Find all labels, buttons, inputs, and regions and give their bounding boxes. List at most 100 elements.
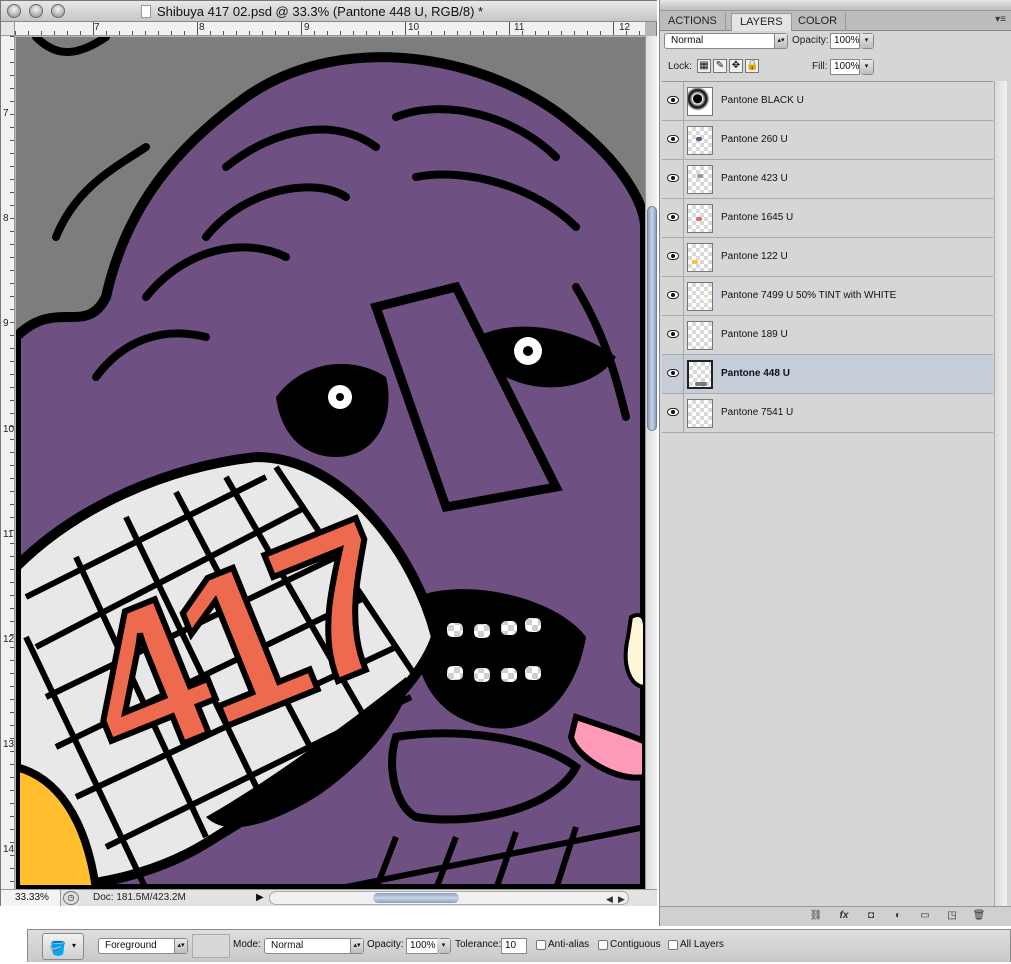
visibility-toggle[interactable]: [662, 199, 684, 237]
layer-list: Pantone BLACK U Pantone 260 U Pantone 42…: [662, 81, 993, 908]
ruler-label: 10: [3, 424, 15, 435]
eye-icon: [667, 213, 679, 221]
ruler-label: 7: [94, 22, 100, 33]
tool-opacity-input[interactable]: 100%: [406, 938, 438, 954]
layer-row[interactable]: Pantone 423 U: [662, 160, 993, 199]
visibility-toggle[interactable]: [662, 316, 684, 354]
trash-icon[interactable]: 🗑: [971, 910, 987, 923]
layer-row[interactable]: Pantone 1645 U: [662, 199, 993, 238]
eye-icon: [667, 252, 679, 260]
visibility-toggle[interactable]: [662, 238, 684, 276]
ruler-label: 12: [619, 22, 631, 33]
visibility-toggle[interactable]: [662, 121, 684, 159]
lock-position-icon[interactable]: ✥: [729, 59, 743, 73]
layer-thumbnail: [687, 204, 713, 233]
mask-icon[interactable]: ◘: [863, 910, 879, 923]
thumbnail-swatch: [696, 217, 702, 221]
blend-mode-select[interactable]: Normal ▴▾: [264, 938, 364, 954]
anti-alias-checkbox[interactable]: [536, 940, 546, 950]
contiguous-label: Contiguous: [610, 939, 661, 950]
layer-row-selected[interactable]: Pantone 448 U: [662, 355, 993, 394]
panel-menu-icon[interactable]: ▾≡: [995, 14, 1006, 25]
visibility-toggle[interactable]: [662, 277, 684, 315]
zoom-level-field[interactable]: 33.33%: [1, 890, 61, 906]
tolerance-input[interactable]: 10: [501, 938, 527, 954]
anti-alias-label: Anti-alias: [548, 939, 590, 950]
layer-opacity-input[interactable]: 100%: [830, 33, 860, 49]
panel-footer: ⛓ fx ◘ ◐ ▭ ◳ 🗑: [660, 906, 1011, 926]
tab-color[interactable]: COLOR: [790, 13, 847, 31]
opacity-slider-toggle[interactable]: ▾: [437, 938, 451, 954]
layer-row[interactable]: Pantone BLACK U: [662, 82, 993, 121]
status-popup-arrow-icon[interactable]: ▶: [256, 892, 264, 903]
ruler-label: 12: [3, 634, 15, 645]
visibility-toggle[interactable]: [662, 394, 684, 432]
blend-mode-select[interactable]: Normal ▴▾: [664, 33, 788, 49]
ruler-label: 8: [3, 213, 9, 224]
eye-icon: [667, 408, 679, 416]
pattern-picker[interactable]: [192, 934, 230, 958]
chevron-down-icon: ▾: [437, 939, 450, 953]
fill-source-select[interactable]: Foreground ▴▾: [98, 938, 188, 954]
document-size-info: Doc: 181.5M/423.2M: [93, 892, 186, 903]
scroll-left-arrow-icon[interactable]: ◀: [606, 894, 613, 905]
visibility-toggle[interactable]: [662, 160, 684, 198]
layer-row[interactable]: Pantone 260 U: [662, 121, 993, 160]
new-layer-icon[interactable]: ◳: [944, 910, 960, 923]
close-button[interactable]: [7, 4, 21, 18]
horizontal-ruler[interactable]: 7 8 9 10 11 12: [15, 22, 645, 36]
layer-name: Pantone 1645 U: [721, 212, 794, 223]
tolerance-label: Tolerance:: [455, 939, 502, 950]
thumbnail-swatch: [695, 382, 707, 386]
layer-row[interactable]: Pantone 189 U: [662, 316, 993, 355]
visibility-toggle[interactable]: [662, 355, 684, 393]
layer-name: Pantone 7499 U 50% TINT with WHITE: [721, 290, 897, 301]
eye-icon: [667, 174, 679, 182]
document-vertical-scrollbar[interactable]: [645, 36, 657, 889]
chevron-down-icon: ▾: [72, 941, 77, 950]
status-menu-icon[interactable]: ◷: [63, 891, 79, 905]
tab-actions[interactable]: ACTIONS: [660, 13, 726, 31]
horizontal-scroll-thumb[interactable]: [373, 893, 459, 903]
document-title: Shibuya 417 02.psd @ 33.3% (Pantone 448 …: [141, 4, 483, 19]
layer-fill-input[interactable]: 100%: [830, 59, 860, 75]
all-layers-checkbox[interactable]: [668, 940, 678, 950]
all-layers-label: All Layers: [680, 939, 724, 950]
tool-preset-picker[interactable]: 🪣 ▾: [42, 933, 84, 960]
chevron-down-icon: ▾: [860, 60, 873, 74]
layer-row[interactable]: Pantone 7541 U: [662, 394, 993, 433]
document-window: Shibuya 417 02.psd @ 33.3% (Pantone 448 …: [0, 0, 657, 906]
lock-image-icon[interactable]: ✎: [713, 59, 727, 73]
minimize-button[interactable]: [29, 4, 43, 18]
contiguous-checkbox[interactable]: [598, 940, 608, 950]
adjustment-icon[interactable]: ◐: [890, 910, 906, 923]
document-horizontal-scrollbar[interactable]: ◀ ▶: [269, 891, 629, 905]
vertical-ruler[interactable]: 7 8 9 10 11 12 13 14: [1, 36, 15, 889]
lock-all-icon[interactable]: 🔒: [745, 59, 759, 73]
lock-transparency-icon[interactable]: ▦: [697, 59, 711, 73]
thumbnail-swatch: [702, 297, 708, 301]
tab-layers[interactable]: LAYERS: [731, 13, 792, 31]
ruler-origin[interactable]: [1, 22, 15, 36]
document-titlebar[interactable]: Shibuya 417 02.psd @ 33.3% (Pantone 448 …: [1, 1, 657, 22]
thumbnail-swatch: [697, 174, 703, 178]
vertical-scroll-thumb[interactable]: [647, 206, 657, 431]
opacity-slider-toggle[interactable]: ▾: [860, 33, 874, 49]
zoom-button[interactable]: [51, 4, 65, 18]
fx-icon[interactable]: fx: [836, 910, 852, 923]
chevron-updown-icon: ▴▾: [350, 939, 363, 953]
document-canvas[interactable]: 417: [16, 37, 645, 889]
panel-titlebar[interactable]: [660, 0, 1011, 11]
layer-list-scrollbar[interactable]: [994, 81, 1007, 908]
eye-icon: [667, 96, 679, 104]
layer-row[interactable]: Pantone 122 U: [662, 238, 993, 277]
layer-name: Pantone 122 U: [721, 251, 788, 262]
scroll-right-arrow-icon[interactable]: ▶: [618, 894, 625, 905]
fill-slider-toggle[interactable]: ▾: [860, 59, 874, 75]
layer-row[interactable]: Pantone 7499 U 50% TINT with WHITE: [662, 277, 993, 316]
group-icon[interactable]: ▭: [917, 910, 933, 923]
link-icon[interactable]: ⛓: [808, 910, 824, 923]
layer-thumbnail: [687, 87, 713, 116]
visibility-toggle[interactable]: [662, 82, 684, 120]
blend-mode-value: Normal: [271, 940, 304, 951]
